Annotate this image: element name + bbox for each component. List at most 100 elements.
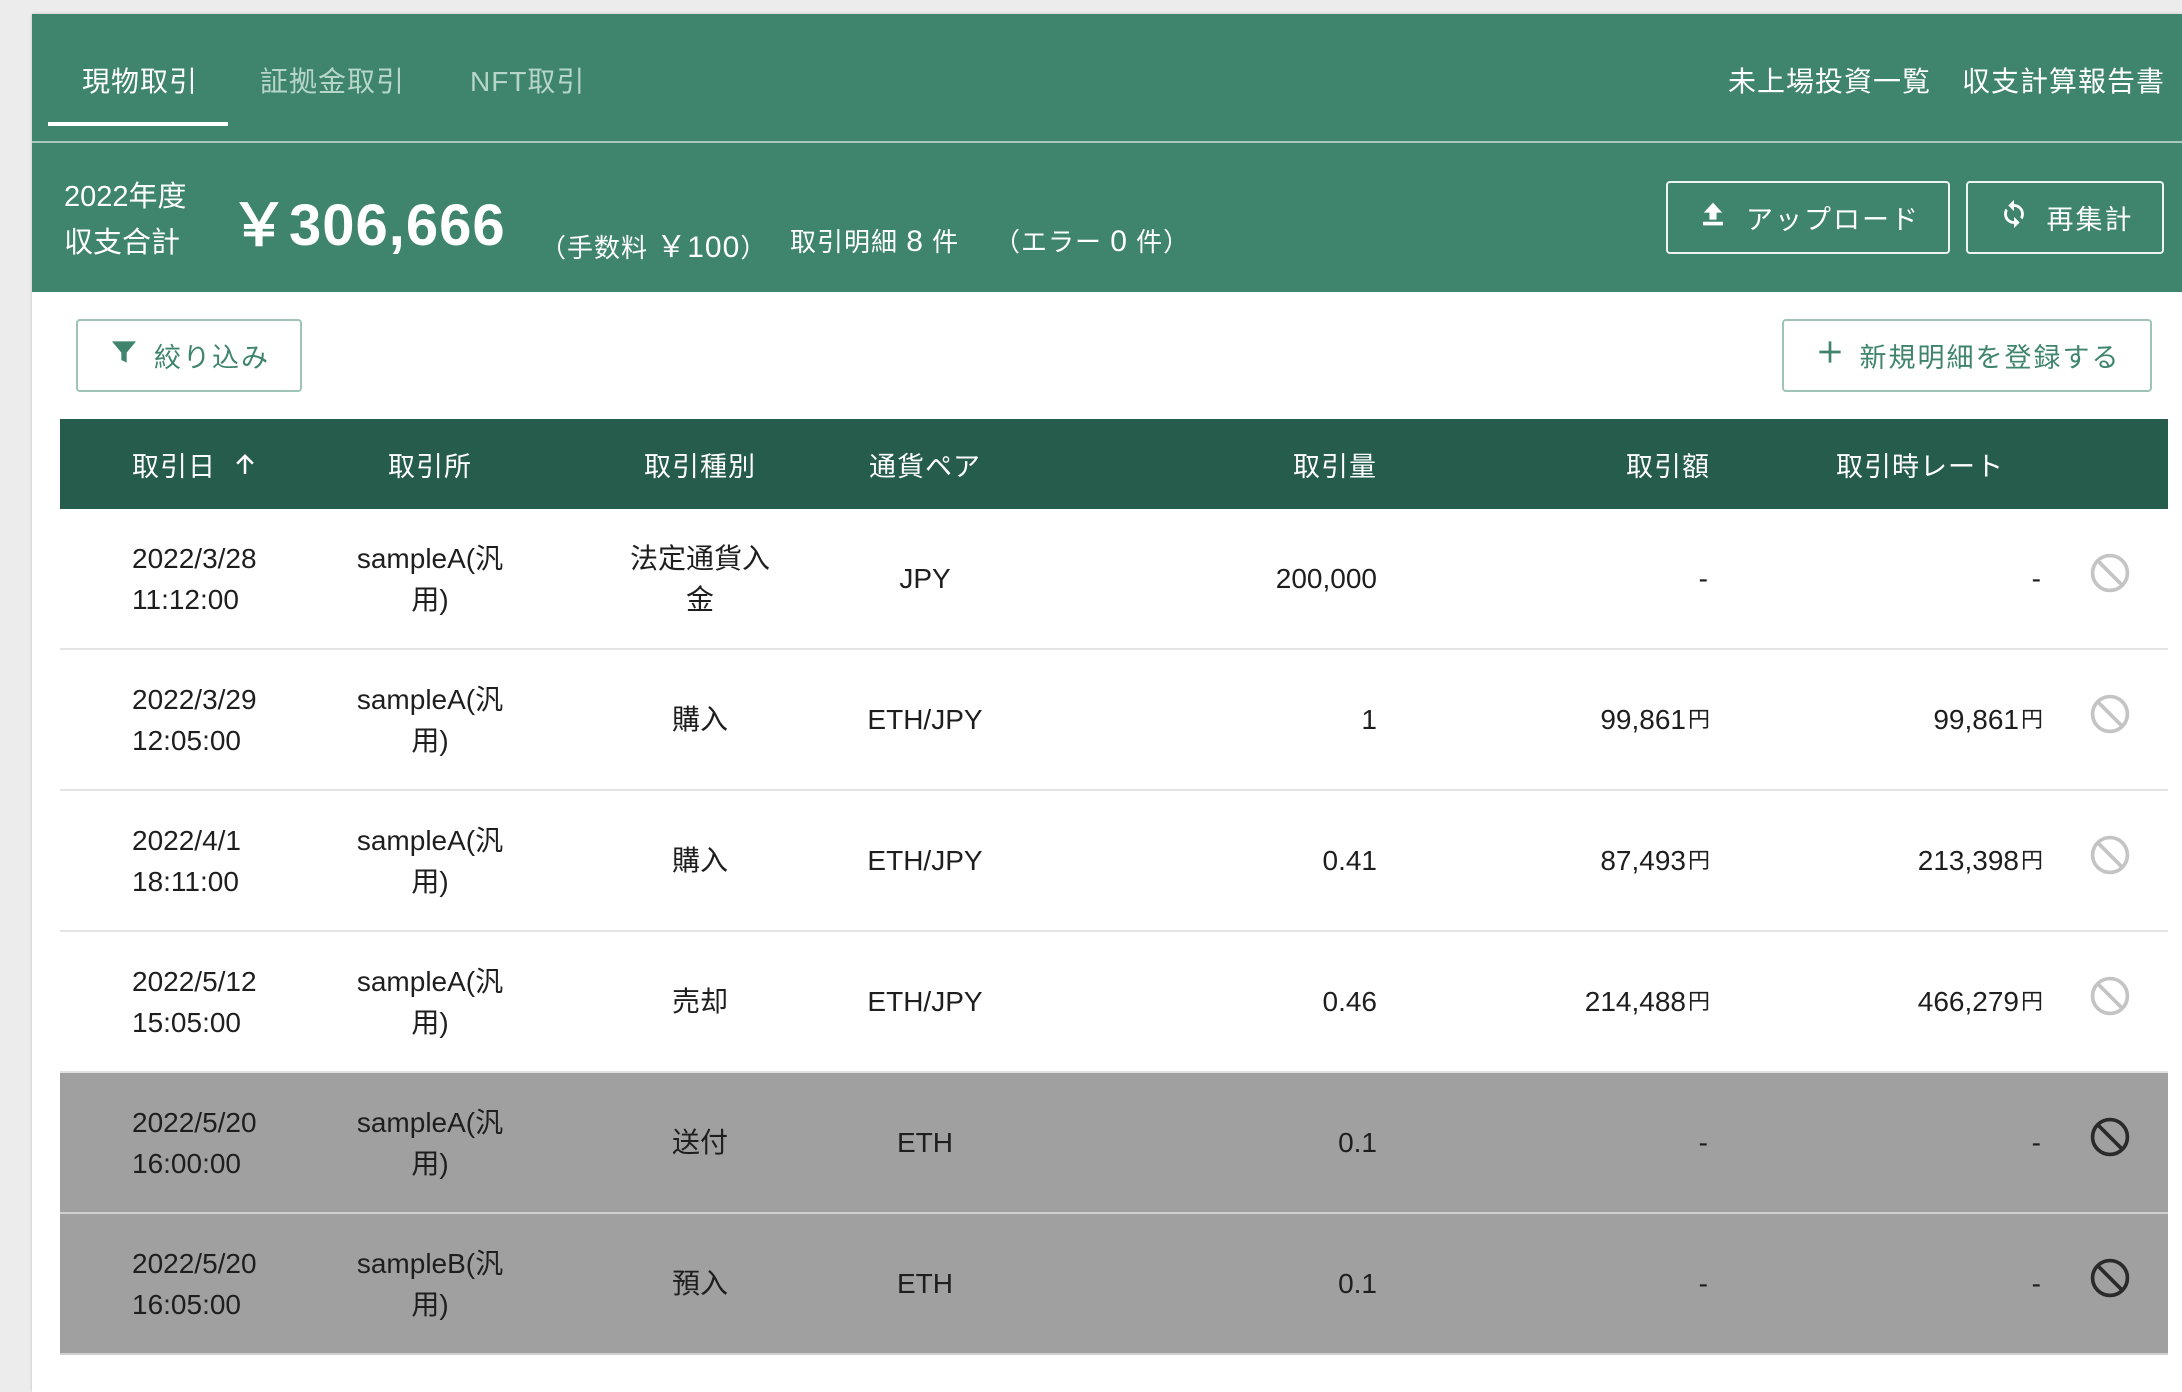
recalculate-label: 再集計: [2046, 205, 2134, 235]
pair-text: ETH/JPY: [867, 845, 983, 876]
filter-button[interactable]: 絞り込み: [76, 319, 302, 392]
quantity-text: 0.1: [1338, 1268, 1377, 1299]
exchange-cell: sampleA(汎 用): [320, 509, 540, 648]
ban-icon: [2088, 1115, 2132, 1170]
type-text: 売却: [671, 986, 728, 1017]
amount-cell: 99,861 円: [1410, 650, 1710, 789]
quantity-text: 0.46: [1322, 986, 1378, 1017]
amount-cell: -: [1410, 1073, 1710, 1212]
pair-cell: ETH: [840, 1073, 1010, 1212]
column-header-rate: 取引時レート: [1836, 451, 2004, 482]
arrow-up-icon: [230, 449, 260, 479]
tab-bar: 現物取引 証拠金取引 NFT取引 未上場投資一覧 収支計算報告書: [32, 14, 2182, 143]
upload-button[interactable]: アップロード: [1666, 181, 1950, 254]
pair-cell: ETH/JPY: [840, 932, 1010, 1071]
total-profit: ￥306,666: [230, 193, 506, 258]
amount-text: -: [1698, 1127, 1708, 1158]
exchange-text-cont: 用): [411, 724, 449, 756]
time-text: 16:00:00: [132, 1147, 241, 1179]
column-header-quantity: 取引量: [1293, 451, 1377, 482]
type-text: 購入: [671, 845, 728, 876]
exchange-text-cont: 用): [411, 583, 449, 615]
add-transaction-button[interactable]: 新規明細を登録する: [1782, 319, 2152, 392]
column-header-amount: 取引額: [1626, 451, 1710, 482]
exchange-text: sampleA(汎: [356, 683, 504, 715]
date-cell: 2022/3/29 12:05:00: [132, 650, 332, 789]
exchange-cell: sampleA(汎 用): [320, 650, 540, 789]
type-cell: 送付: [620, 1073, 780, 1212]
count-suffix: 件: [932, 227, 960, 257]
date-cell: 2022/5/12 15:05:00: [132, 932, 332, 1071]
date-text: 2022/5/12: [132, 965, 257, 997]
table-row: 2022/5/20 16:05:00 sampleB(汎 用) 預入 ETH 0.1…: [60, 1214, 2168, 1355]
filter-label: 絞り込み: [154, 343, 270, 373]
plus-icon: [1814, 336, 1846, 375]
pair-text: ETH: [897, 1268, 953, 1299]
amount-text: 99,861: [1600, 704, 1686, 735]
time-text: 18:11:00: [132, 865, 239, 897]
exclude-toggle[interactable]: [2080, 650, 2140, 789]
tab-nft[interactable]: NFT取引: [470, 60, 585, 100]
ban-icon: [2088, 1256, 2132, 1311]
tab-spot[interactable]: 現物取引: [82, 60, 198, 100]
rate-unit: 円: [2020, 989, 2043, 1014]
error-count: （エラー 0 件）: [994, 222, 1190, 259]
date-text: 2022/4/1: [132, 824, 241, 856]
fee-prefix: （手数料: [540, 233, 649, 263]
amount-cell: -: [1410, 509, 1710, 648]
ban-icon: [2088, 974, 2132, 1029]
pair-cell: JPY: [840, 509, 1010, 648]
exclude-toggle[interactable]: [2080, 509, 2140, 648]
table-row: 2022/5/20 16:00:00 sampleA(汎 用) 送付 ETH 0.1…: [60, 1073, 2168, 1214]
date-cell: 2022/3/28 11:12:00: [132, 509, 332, 648]
tab-margin[interactable]: 証拠金取引: [260, 60, 405, 100]
time-text: 15:05:00: [132, 1006, 241, 1038]
exchange-text-cont: 用): [411, 865, 449, 897]
amount-unit: 円: [1687, 989, 1710, 1014]
filter-icon: [108, 336, 140, 375]
rate-text: 213,398: [1917, 845, 2019, 876]
exchange-text: sampleA(汎: [356, 1106, 504, 1138]
type-cell: 預入: [620, 1214, 780, 1353]
rate-text: 466,279: [1917, 986, 2019, 1017]
rate-text: -: [2031, 1127, 2041, 1158]
fee-summary: （手数料 ￥100）: [540, 222, 767, 266]
exclude-toggle[interactable]: [2080, 1214, 2140, 1353]
type-text: 購入: [671, 704, 728, 735]
column-header-date[interactable]: 取引日: [132, 419, 260, 509]
quantity-text: 200,000: [1275, 563, 1377, 594]
quantity-cell: 200,000: [1060, 509, 1377, 648]
type-cell: 購入: [620, 650, 780, 789]
amount-unit: 円: [1687, 707, 1710, 732]
fee-suffix: ）: [740, 233, 768, 263]
table-row: 2022/3/29 12:05:00 sampleA(汎 用) 購入 ETH/JPY…: [60, 650, 2168, 791]
time-text: 16:05:00: [132, 1288, 241, 1320]
quantity-text: 0.41: [1322, 845, 1378, 876]
quantity-text: 0.1: [1338, 1127, 1377, 1158]
exclude-toggle[interactable]: [2080, 1073, 2140, 1212]
type-text-cont: 金: [685, 583, 714, 615]
exchange-cell: sampleA(汎 用): [320, 932, 540, 1071]
exclude-toggle[interactable]: [2080, 791, 2140, 930]
exchange-cell: sampleA(汎 用): [320, 1073, 540, 1212]
quantity-cell: 1: [1060, 650, 1377, 789]
amount-text: 87,493: [1600, 845, 1686, 876]
rate-unit: 円: [2020, 848, 2043, 873]
rate-cell: 466,279 円: [1760, 932, 2043, 1071]
table-row: 2022/5/12 15:05:00 sampleA(汎 用) 売却 ETH/JPY…: [60, 932, 2168, 1073]
ban-icon: [2088, 551, 2132, 606]
unlisted-investments-link[interactable]: 未上場投資一覧: [1728, 60, 1931, 100]
tab-divider: [32, 141, 2182, 143]
amount-cell: -: [1410, 1214, 1710, 1353]
amount-text: 214,488: [1584, 986, 1686, 1017]
income-report-link[interactable]: 収支計算報告書: [1962, 60, 2165, 100]
count-prefix: 取引明細: [790, 227, 899, 257]
pair-text: ETH/JPY: [867, 986, 983, 1017]
exchange-cell: sampleB(汎 用): [320, 1214, 540, 1353]
recalculate-button[interactable]: 再集計: [1966, 181, 2164, 254]
transactions-panel: 現物取引 証拠金取引 NFT取引 未上場投資一覧 収支計算報告書 2022年度 …: [32, 14, 2182, 1392]
quantity-cell: 0.1: [1060, 1073, 1377, 1212]
rate-cell: -: [1760, 509, 2043, 648]
exclude-toggle[interactable]: [2080, 932, 2140, 1071]
time-text: 11:12:00: [132, 583, 239, 615]
